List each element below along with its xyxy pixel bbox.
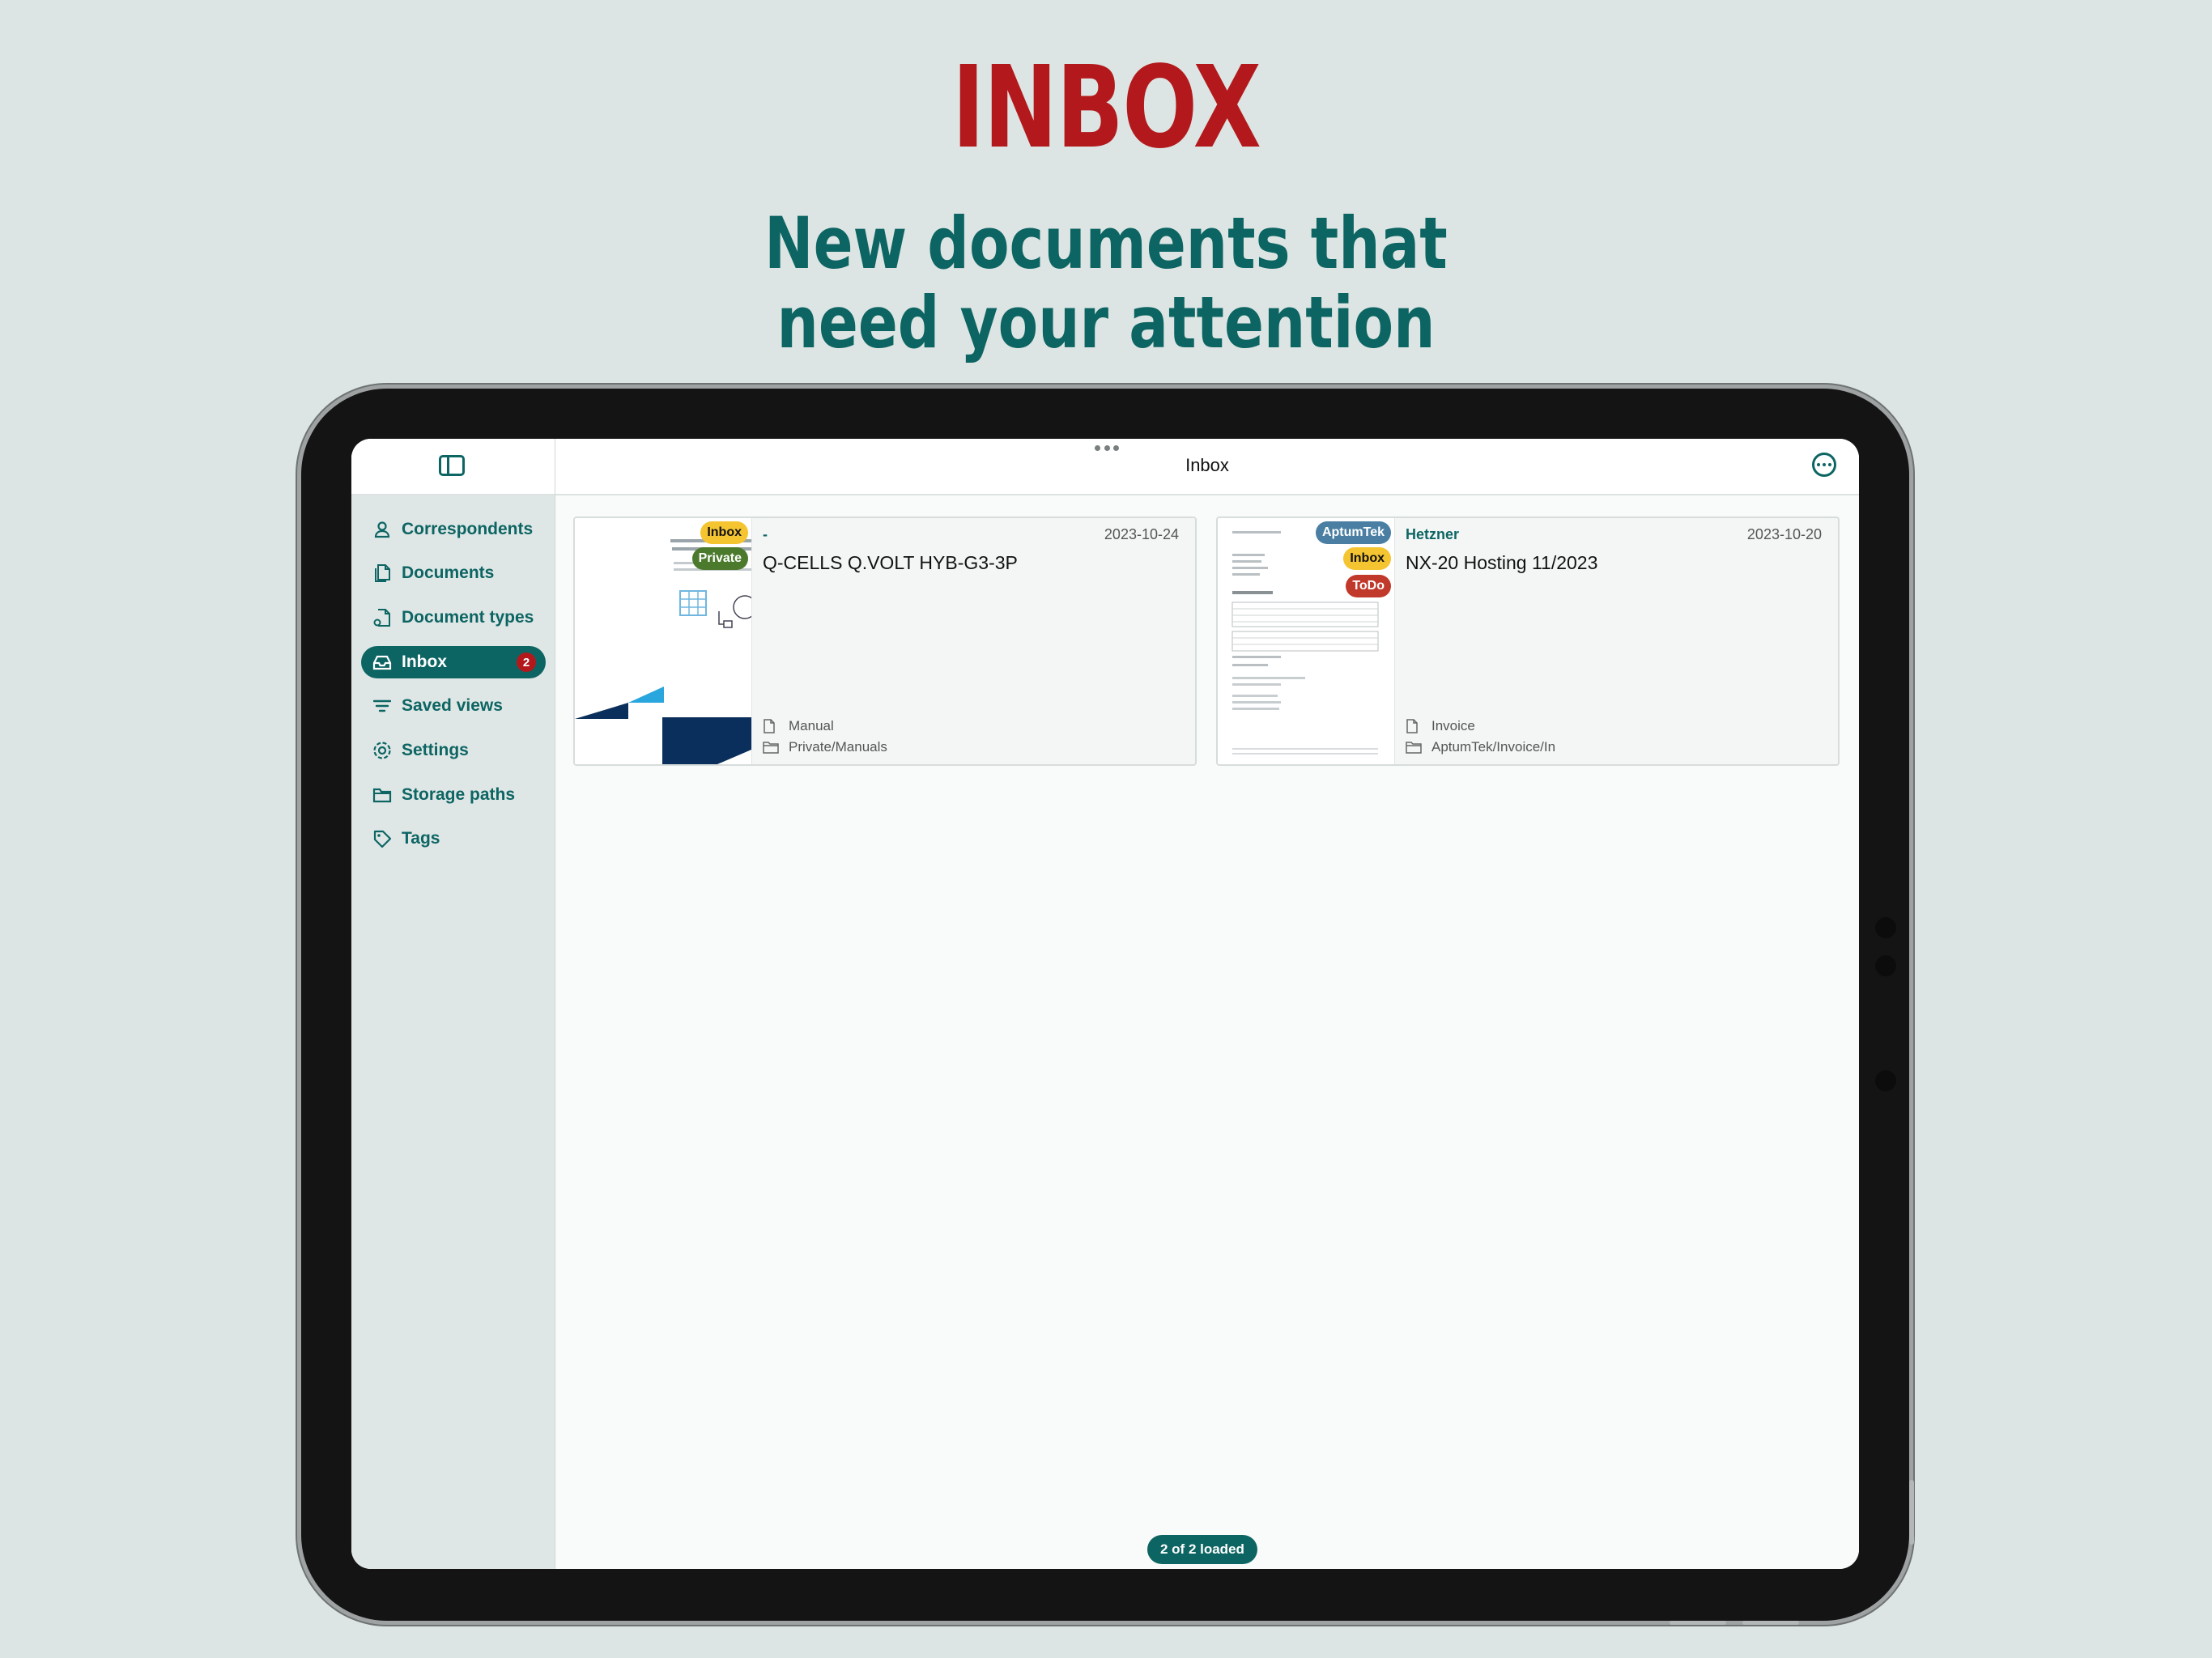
document-type-row: Invoice [1406, 717, 1475, 735]
promo-subline: New documents that need your attention [199, 204, 2013, 363]
app-screen: Correspondents Documents Document types … [351, 439, 1859, 1569]
page-title: Inbox [1185, 455, 1229, 475]
sidebar-item-settings[interactable]: Settings [361, 734, 546, 767]
document-types-icon [372, 608, 392, 627]
sidebar-item-label: Inbox [402, 653, 447, 671]
document-icon [1406, 719, 1422, 733]
document-type: Invoice [1431, 718, 1475, 733]
more-options-icon[interactable] [1812, 453, 1836, 477]
document-correspondent: Hetzner [1406, 526, 1460, 542]
document-date: 2023-10-24 [1104, 526, 1179, 542]
tag-inbox: Inbox [1343, 547, 1391, 570]
document-correspondent: - [763, 526, 768, 542]
folder-icon [1406, 740, 1422, 755]
document-thumbnail: Inbox Private [575, 518, 752, 764]
tag-private: Private [691, 547, 748, 570]
tag-inbox: Inbox [700, 521, 748, 544]
sidebar-item-label: Storage paths [402, 785, 516, 804]
document-card-body: Hetzner 2023-10-20 NX-20 Hosting 11/2023… [1404, 518, 1838, 764]
promo-subline-line-2: need your attention [776, 281, 1436, 364]
sidebar-item-label: Documents [402, 563, 495, 582]
storage-path: AptumTek/Invoice/In [1431, 739, 1556, 755]
document-card[interactable]: AptumTek Inbox ToDo Hetzner 2023-10-20 N… [1216, 517, 1840, 766]
sidebar-item-label: Document types [402, 608, 534, 627]
document-type-row: Manual [763, 717, 834, 735]
sidebar-item-storage-paths[interactable]: Storage paths [361, 779, 546, 811]
document-type: Manual [789, 718, 834, 733]
multitasking-grabber[interactable] [1095, 445, 1119, 452]
tablet-camera [1875, 955, 1896, 976]
loaded-status-pill: 2 of 2 loaded [1147, 1535, 1257, 1564]
tag-todo: ToDo [1346, 575, 1391, 597]
sidebar-item-correspondents[interactable]: Correspondents [361, 513, 546, 546]
folder-icon [372, 785, 392, 805]
promo-subline-line-1: New documents that [764, 202, 1448, 285]
storage-path-row: AptumTek/Invoice/In [1406, 738, 1555, 756]
sidebar-item-documents[interactable]: Documents [361, 557, 546, 589]
navigation-bar: Inbox [555, 439, 1859, 495]
storage-path: Private/Manuals [789, 739, 887, 755]
document-thumbnail: AptumTek Inbox ToDo [1218, 518, 1395, 764]
sidebar-toolbar [351, 439, 555, 495]
tag-aptumtek: AptumTek [1315, 521, 1391, 544]
tag-icon [372, 829, 392, 848]
document-title: Q-CELLS Q.VOLT HYB-G3-3P [763, 552, 1018, 573]
inbox-count-badge: 2 [517, 653, 536, 672]
sidebar-item-label: Correspondents [402, 520, 534, 538]
storage-path-row: Private/Manuals [763, 738, 887, 756]
filter-lines-icon [372, 696, 392, 716]
tablet-bottom-button [1670, 1621, 1726, 1625]
sidebar-item-inbox[interactable]: Inbox 2 [361, 646, 546, 678]
tablet-frame: Correspondents Documents Document types … [301, 389, 1914, 1625]
document-card-body: - 2023-10-24 Q-CELLS Q.VOLT HYB-G3-3P Ma… [761, 518, 1195, 764]
main-panel: Inbox Inbox Private - 2023-10-24 Q-CELLS… [555, 439, 1859, 1569]
sidebar-item-label: Saved views [402, 696, 503, 715]
sidebar-item-label: Settings [402, 741, 469, 759]
person-icon [372, 520, 392, 539]
document-icon [763, 719, 779, 733]
sidebar-item-label: Tags [402, 829, 440, 848]
document-card[interactable]: Inbox Private - 2023-10-24 Q-CELLS Q.VOL… [573, 517, 1197, 766]
gear-icon [372, 741, 392, 760]
tablet-side-button [1909, 1480, 1914, 1545]
folder-icon [763, 740, 779, 755]
document-date: 2023-10-20 [1746, 526, 1822, 542]
sidebar-item-tags[interactable]: Tags [361, 823, 546, 855]
tray-icon [372, 653, 392, 672]
sidebar-item-saved-views[interactable]: Saved views [361, 690, 546, 722]
tablet-camera [1875, 917, 1896, 938]
sidebar-item-document-types[interactable]: Document types [361, 602, 546, 634]
promo-headline: INBOX [951, 42, 1261, 174]
document-title: NX-20 Hosting 11/2023 [1406, 552, 1598, 573]
tablet-bottom-button [1742, 1621, 1799, 1625]
tablet-camera [1875, 1070, 1896, 1091]
sidebar: Correspondents Documents Document types … [351, 439, 556, 1569]
sidebar-toggle-icon[interactable] [439, 455, 465, 476]
documents-icon [372, 563, 392, 583]
